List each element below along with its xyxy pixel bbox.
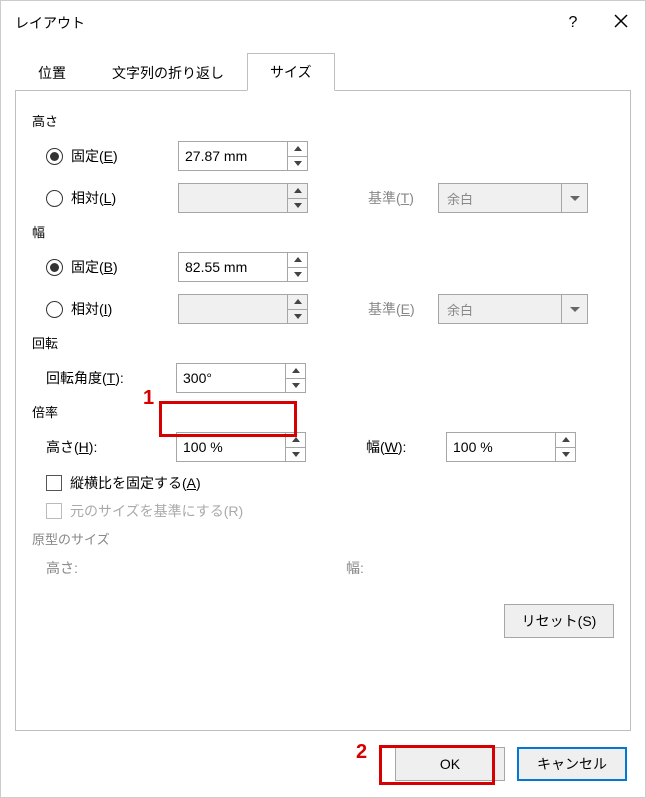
close-button[interactable] bbox=[597, 1, 645, 45]
radio-icon bbox=[46, 190, 63, 207]
spinner-down-icon[interactable] bbox=[556, 448, 575, 462]
section-rotate: 回転 bbox=[32, 333, 614, 352]
height-relative-input bbox=[178, 183, 308, 213]
lock-aspect-label: 縦横比を固定する(A) bbox=[70, 473, 201, 493]
layout-dialog: レイアウト ? 位置 文字列の折り返し サイズ 高さ 固定(E) 2 bbox=[0, 0, 646, 798]
section-width: 幅 bbox=[32, 222, 614, 241]
cancel-button[interactable]: キャンセル bbox=[517, 747, 627, 781]
section-height: 高さ bbox=[32, 111, 614, 130]
tab-bar: 位置 文字列の折り返し サイズ bbox=[15, 53, 631, 91]
radio-width-fixed[interactable]: 固定(B) bbox=[46, 257, 156, 277]
radio-width-fixed-label: 固定(B) bbox=[71, 257, 118, 277]
rotate-angle-input[interactable]: 300° bbox=[176, 363, 306, 393]
height-fixed-input[interactable]: 27.87 mm bbox=[178, 141, 308, 171]
titlebar: レイアウト ? bbox=[1, 1, 645, 45]
radio-width-relative-label: 相対(I) bbox=[71, 299, 112, 319]
radio-height-fixed[interactable]: 固定(E) bbox=[46, 146, 156, 166]
radio-icon bbox=[46, 259, 63, 276]
checkbox-icon bbox=[46, 503, 62, 519]
spinner-down-icon[interactable] bbox=[286, 379, 305, 393]
radio-icon bbox=[46, 148, 63, 165]
spinner-up-icon[interactable] bbox=[288, 253, 307, 268]
spinner-buttons[interactable] bbox=[287, 142, 307, 170]
spinner-up-icon bbox=[288, 184, 307, 199]
width-relative-input bbox=[178, 294, 308, 324]
orig-width-label: 幅: bbox=[346, 558, 476, 578]
width-fixed-input[interactable]: 82.55 mm bbox=[178, 252, 308, 282]
chevron-down-icon bbox=[561, 295, 587, 323]
orig-size-label: 元のサイズを基準にする(R) bbox=[70, 501, 243, 521]
spinner-down-icon bbox=[288, 310, 307, 324]
spinner-down-icon[interactable] bbox=[288, 268, 307, 282]
annotation-2: 2 bbox=[356, 741, 367, 764]
chevron-down-icon bbox=[561, 184, 587, 212]
width-basis-label: 基準(E) bbox=[368, 299, 438, 319]
spinner-down-icon[interactable] bbox=[286, 448, 305, 462]
height-basis-label: 基準(T) bbox=[368, 188, 438, 208]
width-basis-select: 余白 bbox=[438, 294, 588, 324]
scale-width-input[interactable]: 100 % bbox=[446, 432, 576, 462]
rotate-angle-label: 回転角度(T): bbox=[46, 368, 176, 388]
close-icon bbox=[614, 14, 628, 33]
help-button[interactable]: ? bbox=[549, 1, 597, 45]
radio-height-relative[interactable]: 相対(L) bbox=[46, 188, 156, 208]
radio-icon bbox=[46, 301, 63, 318]
scale-height-label: 高さ(H): bbox=[46, 437, 176, 457]
tab-body-size: 高さ 固定(E) 27.87 mm 相対(L) bbox=[15, 91, 631, 731]
spinner-up-icon[interactable] bbox=[288, 142, 307, 157]
section-original: 原型のサイズ bbox=[32, 529, 614, 548]
section-scale: 倍率 bbox=[32, 402, 614, 421]
scale-height-input[interactable]: 100 % bbox=[176, 432, 306, 462]
spinner-up-icon bbox=[288, 295, 307, 310]
spinner-up-icon[interactable] bbox=[286, 364, 305, 379]
annotation-1: 1 bbox=[143, 387, 154, 410]
spinner-up-icon[interactable] bbox=[286, 433, 305, 448]
spinner-down-icon bbox=[288, 199, 307, 213]
radio-height-relative-label: 相対(L) bbox=[71, 188, 116, 208]
scale-width-label: 幅(W): bbox=[366, 437, 446, 457]
radio-width-relative[interactable]: 相対(I) bbox=[46, 299, 156, 319]
reset-button[interactable]: リセット(S) bbox=[504, 604, 614, 638]
height-basis-select: 余白 bbox=[438, 183, 588, 213]
lock-aspect-checkbox[interactable]: 縦横比を固定する(A) bbox=[32, 473, 614, 493]
dialog-title: レイアウト bbox=[15, 13, 549, 33]
radio-height-fixed-label: 固定(E) bbox=[71, 146, 118, 166]
spinner-up-icon[interactable] bbox=[556, 433, 575, 448]
spinner-down-icon[interactable] bbox=[288, 157, 307, 171]
dialog-footer: OK キャンセル bbox=[395, 747, 627, 781]
tab-position[interactable]: 位置 bbox=[15, 54, 89, 91]
tab-size[interactable]: サイズ bbox=[247, 53, 335, 91]
tab-textwrap[interactable]: 文字列の折り返し bbox=[89, 54, 247, 91]
checkbox-icon bbox=[46, 475, 62, 491]
orig-size-checkbox: 元のサイズを基準にする(R) bbox=[32, 501, 614, 521]
ok-button[interactable]: OK bbox=[395, 747, 505, 781]
orig-height-label: 高さ: bbox=[46, 558, 346, 578]
